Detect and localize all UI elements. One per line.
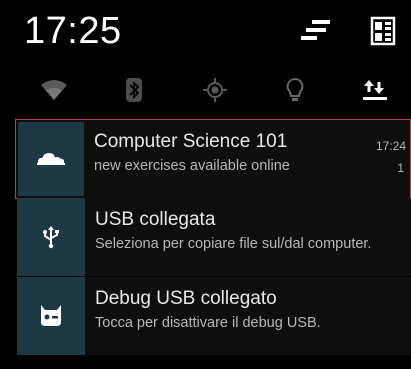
location-icon[interactable] xyxy=(199,76,231,104)
notification-count: 1 xyxy=(397,161,404,175)
notification-time: 17:24 xyxy=(375,139,406,153)
sliders-icon[interactable] xyxy=(298,16,334,46)
notification-text: Tocca per disattivare il debug USB. xyxy=(95,315,321,331)
notification-text: new exercises available online xyxy=(94,158,290,174)
sync-arrows-icon[interactable] xyxy=(359,76,391,104)
notification-usb-debug[interactable]: Debug USB collegato Tocca per disattivar… xyxy=(17,277,411,355)
shade-header: 17:25 xyxy=(0,0,411,62)
wifi-icon[interactable] xyxy=(38,76,70,104)
notification-computer-science[interactable]: Computer Science 101 new exercises avail… xyxy=(15,119,411,199)
cyanogenmod-bug-icon xyxy=(17,277,85,355)
notification-text: Seleziona per copiare file sul/dal compu… xyxy=(95,236,372,252)
profile-grid-icon[interactable] xyxy=(365,16,401,46)
notification-title: USB collegata xyxy=(95,209,216,230)
usb-icon xyxy=(17,198,85,276)
notification-title: Computer Science 101 xyxy=(94,131,288,152)
lightbulb-icon[interactable] xyxy=(279,76,311,104)
clock: 17:25 xyxy=(24,10,122,52)
quick-settings-row xyxy=(0,68,411,110)
notification-shade: 17:25 Computer Science 101 new exercises… xyxy=(0,0,411,369)
cloud-icon xyxy=(18,122,84,196)
notification-title: Debug USB collegato xyxy=(95,288,277,309)
bluetooth-icon[interactable] xyxy=(118,76,150,104)
notification-usb-connected[interactable]: USB collegata Seleziona per copiare file… xyxy=(17,198,411,276)
